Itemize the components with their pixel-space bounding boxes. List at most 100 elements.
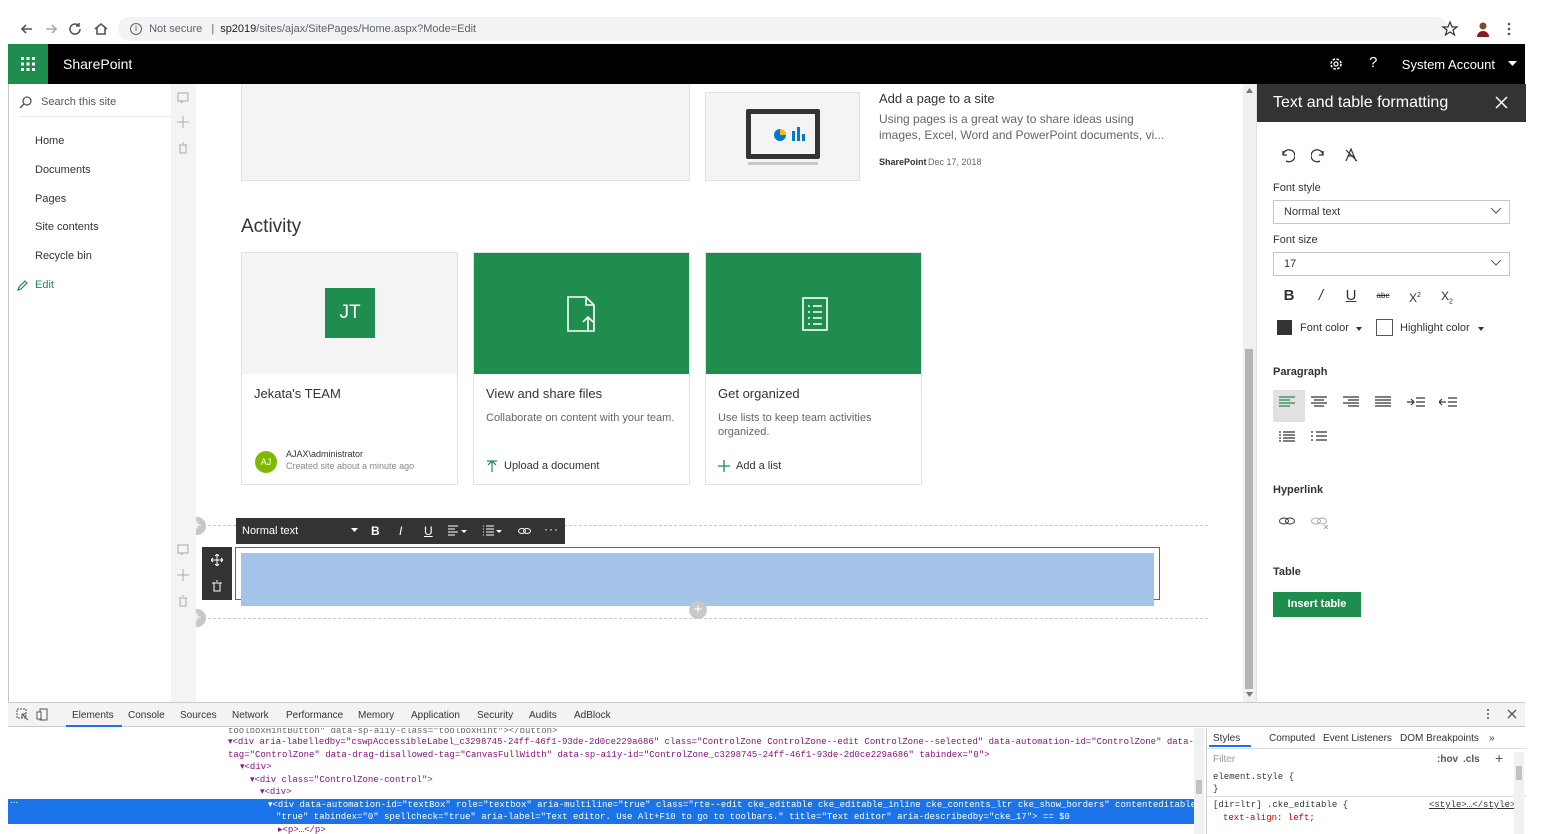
account-chevron-down-icon[interactable] [1508, 61, 1517, 67]
underline-icon[interactable]: U [1341, 286, 1361, 306]
brand-title[interactable]: SharePoint [63, 56, 132, 72]
rte-more-button[interactable]: ··· [544, 522, 559, 536]
devtools-tab-network[interactable]: Network [232, 710, 269, 721]
styles-tab-computed[interactable]: Computed [1269, 733, 1315, 744]
dom-line[interactable]: ▾<div> [8, 761, 1198, 774]
bookmark-star-icon[interactable] [1441, 20, 1459, 38]
font-color-button[interactable]: Font color [1300, 322, 1349, 334]
strikethrough-icon[interactable]: abc [1373, 286, 1393, 306]
dom-line[interactable]: toolboxHintButton" data-sp-a11y-class="t… [8, 728, 1198, 736]
align-left-icon[interactable] [1279, 396, 1299, 416]
upload-document-action[interactable]: Upload a document [486, 460, 599, 472]
redo-icon[interactable] [1311, 147, 1331, 167]
rte-link-icon[interactable] [518, 525, 531, 537]
justify-icon[interactable] [1375, 396, 1395, 416]
forward-arrow-icon[interactable] [42, 20, 60, 38]
dom-line[interactable]: ▸<p>…</p> [8, 824, 1198, 834]
cls-toggle[interactable]: .cls [1463, 754, 1480, 765]
profile-avatar[interactable] [1474, 20, 1492, 38]
devtools-tab-elements[interactable]: Elements [72, 710, 114, 721]
font-color-swatch[interactable] [1277, 320, 1292, 335]
activity-card-organized[interactable]: Get organized Use lists to keep team act… [705, 252, 922, 485]
add-webpart-plus-icon[interactable]: + [689, 601, 707, 619]
numbered-list-icon[interactable] [1311, 431, 1331, 451]
help-icon[interactable]: ? [1369, 54, 1377, 71]
styles-filter-input[interactable]: Filter [1213, 754, 1235, 765]
font-color-caret-icon[interactable] [1356, 327, 1362, 331]
home-icon[interactable] [92, 20, 110, 38]
elements-dom-tree[interactable]: toolboxHintButton" data-sp-a11y-class="t… [8, 728, 1198, 834]
delete-webpart-icon[interactable] [211, 580, 223, 592]
settings-gear-icon[interactable] [1328, 56, 1344, 72]
dom-line-selected[interactable]: ▾<div data-automation-id="textBox" role=… [8, 799, 1198, 812]
canvas-scrollbar[interactable] [1243, 84, 1256, 702]
subscript-icon[interactable]: X2 [1437, 286, 1457, 306]
delete-section-icon-2[interactable] [177, 595, 189, 607]
highlight-color-swatch[interactable] [1376, 319, 1393, 336]
edit-section-icon-2[interactable] [177, 544, 189, 556]
align-right-icon[interactable] [1343, 396, 1363, 416]
dom-line[interactable]: tag="ControlZone" data-drag-disallowed-t… [8, 749, 1198, 762]
styles-tab-event-listeners[interactable]: Event Listeners [1323, 733, 1392, 744]
activity-card-team[interactable]: JT Jekata's TEAM AJ AJAX\administrator C… [241, 252, 458, 485]
devtools-tab-console[interactable]: Console [128, 710, 165, 721]
devtools-tab-performance[interactable]: Performance [286, 710, 343, 721]
hero-tile[interactable] [241, 84, 690, 181]
style-rule-property[interactable]: text-align: left; [1223, 813, 1315, 823]
insert-table-button[interactable]: Insert table [1273, 592, 1361, 617]
edit-section-icon[interactable] [177, 92, 189, 104]
insert-link-icon[interactable] [1279, 515, 1299, 535]
indent-icon[interactable] [1407, 396, 1427, 416]
delete-section-icon[interactable] [177, 142, 189, 154]
dom-tree-scrollbar[interactable] [1194, 728, 1204, 834]
styles-tab-dom-breakpoints[interactable]: DOM Breakpoints [1400, 733, 1479, 744]
superscript-icon[interactable]: X2 [1405, 286, 1425, 306]
add-rule-plus-icon[interactable]: + [1495, 750, 1503, 766]
scroll-down-icon[interactable] [1246, 692, 1253, 697]
rte-bold-button[interactable]: B [371, 524, 380, 538]
add-section-plus-icon[interactable]: + [196, 609, 206, 627]
inspect-element-icon[interactable] [16, 708, 29, 721]
text-editor-selection[interactable] [241, 553, 1154, 606]
edit-link[interactable]: Edit [35, 279, 54, 291]
style-rule-selector[interactable]: element.style { [1213, 772, 1294, 782]
font-size-dropdown[interactable]: 17 [1273, 252, 1510, 276]
style-rule-source[interactable]: <style>…</style> [1429, 800, 1515, 810]
styles-tab-styles[interactable]: Styles [1213, 733, 1240, 744]
align-center-icon[interactable] [1311, 396, 1331, 416]
text-webpart[interactable] [235, 547, 1160, 600]
devtools-tab-sources[interactable]: Sources [180, 710, 217, 721]
dom-line-selected[interactable]: "true" tabindex="0" spellcheck="true" ar… [8, 811, 1198, 824]
hov-toggle[interactable]: :hov [1437, 754, 1458, 765]
news-thumbnail[interactable] [705, 92, 860, 181]
devtools-tab-audits[interactable]: Audits [529, 710, 557, 721]
bullet-list-icon[interactable] [1279, 431, 1299, 451]
device-toolbar-icon[interactable] [36, 708, 49, 721]
rte-italic-button[interactable]: I [399, 524, 402, 538]
font-style-dropdown[interactable]: Normal text [1273, 200, 1510, 224]
bold-icon[interactable]: B [1279, 286, 1299, 306]
outdent-icon[interactable] [1439, 396, 1459, 416]
move-section-icon-2[interactable] [177, 569, 189, 581]
devtools-menu-icon[interactable] [1486, 708, 1490, 720]
scroll-thumb[interactable] [1245, 349, 1253, 689]
devtools-close-icon[interactable] [1507, 709, 1517, 719]
highlight-color-caret-icon[interactable] [1478, 327, 1484, 331]
dom-line[interactable]: ▾<div aria-labelledby="cswpAccessibleLab… [8, 736, 1198, 749]
activity-card-files[interactable]: View and share files Collaborate on cont… [473, 252, 690, 485]
remove-link-icon[interactable] [1311, 515, 1331, 535]
scroll-up-icon[interactable] [1246, 88, 1253, 93]
styles-more-chevron-icon[interactable]: » [1489, 733, 1495, 744]
reload-icon[interactable] [66, 20, 84, 38]
move-section-icon[interactable] [177, 116, 189, 128]
back-arrow-icon[interactable] [18, 20, 36, 38]
add-list-action[interactable]: Add a list [718, 460, 781, 472]
style-rule-selector[interactable]: [dir=ltr] .cke_editable { [1213, 800, 1348, 810]
undo-icon[interactable] [1279, 147, 1299, 167]
add-section-plus-icon[interactable]: + [196, 517, 206, 535]
address-bar[interactable]: i Not secure |sp2019/sites/ajax/SitePage… [118, 17, 1448, 41]
rte-style-caret-icon[interactable] [351, 528, 358, 533]
news-title[interactable]: Add a page to a site [879, 91, 995, 106]
rte-align-icon[interactable] [448, 525, 468, 537]
devtools-tab-application[interactable]: Application [411, 710, 460, 721]
